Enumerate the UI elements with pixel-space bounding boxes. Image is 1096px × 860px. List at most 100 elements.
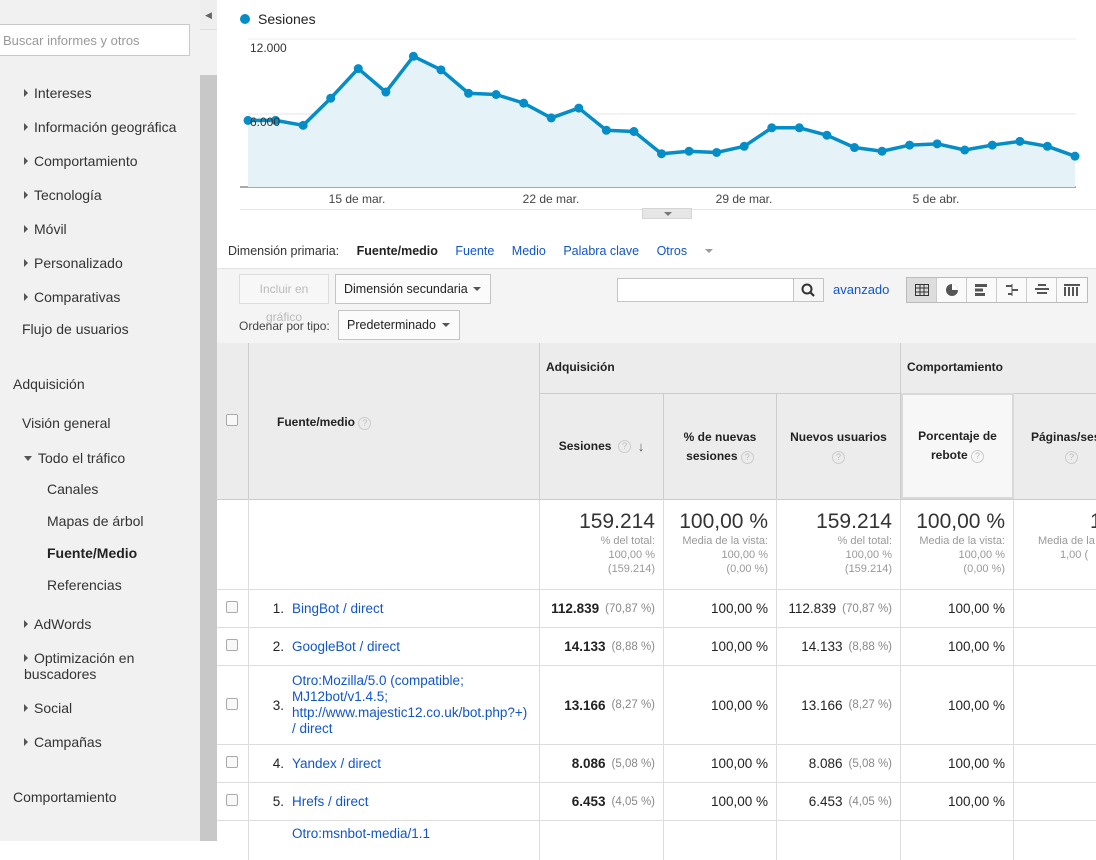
source-link[interactable]: GoogleBot / direct — [292, 639, 532, 655]
row-checkbox-cell — [217, 590, 249, 627]
data-point[interactable] — [684, 146, 694, 156]
plot-rows-button[interactable]: Incluir en gráfico — [239, 274, 329, 324]
term-cloud-view-button[interactable] — [1027, 278, 1057, 302]
row-checkbox[interactable] — [226, 601, 238, 613]
sidebar-item-referencias[interactable]: Referencias — [47, 577, 122, 593]
data-point[interactable] — [629, 127, 639, 136]
advanced-filter-link[interactable]: avanzado — [833, 282, 889, 297]
data-point[interactable] — [987, 140, 997, 150]
help-icon[interactable]: ? — [832, 450, 845, 464]
sidebar-item-tecnologia[interactable]: Tecnología — [24, 187, 102, 203]
data-point[interactable] — [1015, 136, 1025, 146]
sidebar-item-fuente-medio[interactable]: Fuente/Medio — [47, 545, 137, 561]
chart-resize-handle[interactable] — [642, 208, 692, 219]
collapse-sidebar-button[interactable]: ◀ — [200, 0, 217, 30]
sidebar-item-flujo-usuarios[interactable]: Flujo de usuarios — [22, 321, 129, 337]
totals-checkbox-cell — [217, 499, 249, 589]
data-point[interactable] — [657, 149, 666, 159]
source-link[interactable]: Yandex / direct — [292, 756, 532, 772]
pie-view-button[interactable] — [937, 278, 967, 302]
sidebar-item-canales[interactable]: Canales — [47, 481, 98, 497]
sidebar-item-social[interactable]: Social — [24, 700, 72, 716]
sidebar-item-personalizado[interactable]: Personalizado — [24, 255, 123, 271]
data-point[interactable] — [822, 130, 832, 140]
bar-view-button[interactable] — [967, 278, 997, 302]
dimension-fuente-medio[interactable]: Fuente/medio — [357, 244, 438, 258]
table-view-button[interactable] — [907, 278, 937, 302]
data-point[interactable] — [491, 90, 501, 99]
data-point[interactable] — [436, 65, 446, 75]
col-header-source[interactable]: Fuente/medio ? — [249, 343, 540, 499]
data-point[interactable] — [546, 113, 556, 123]
report-search-input[interactable] — [0, 24, 190, 56]
sidebar-scrollbar[interactable] — [200, 75, 217, 841]
row-checkbox[interactable] — [226, 697, 238, 710]
data-point[interactable] — [601, 125, 611, 135]
data-point[interactable] — [767, 123, 777, 133]
col-header-pages-per-session[interactable]: Páginas/ses ? — [1014, 393, 1096, 499]
data-point[interactable] — [574, 103, 584, 113]
sidebar-item-todo-trafico[interactable]: Todo el tráfico — [24, 450, 125, 466]
dimension-palabra-clave[interactable]: Palabra clave — [563, 244, 639, 258]
data-point[interactable] — [712, 147, 722, 157]
data-point[interactable] — [408, 51, 418, 61]
sidebar-item-vision-general[interactable]: Visión general — [22, 415, 110, 431]
sidebar-item-intereses[interactable]: Intereses — [24, 85, 92, 101]
data-point[interactable] — [794, 123, 804, 133]
secondary-dimension-select[interactable]: Dimensión secundaria — [335, 274, 491, 304]
sidebar-item-mapas-arbol[interactable]: Mapas de árbol — [47, 513, 144, 529]
sort-type-select[interactable]: Predeterminado — [338, 310, 460, 340]
pivot-view-button[interactable] — [1057, 278, 1087, 302]
col-header-bounce-rate[interactable]: Porcentaje de rebote ? — [901, 393, 1014, 499]
sidebar-item-label: Comportamiento — [34, 153, 138, 169]
data-point[interactable] — [353, 64, 363, 74]
row-checkbox-cell — [217, 745, 249, 782]
select-all-checkbox[interactable] — [226, 414, 238, 426]
col-header-sessions[interactable]: Sesiones ? ↓ — [540, 393, 664, 499]
help-icon[interactable]: ? — [358, 417, 372, 430]
col-header-new-users[interactable]: Nuevos usuarios ? — [777, 393, 901, 499]
data-point[interactable] — [381, 87, 391, 97]
sidebar-item-comparativas[interactable]: Comparativas — [24, 289, 120, 305]
data-point[interactable] — [877, 146, 887, 156]
sidebar-item-seo[interactable]: Optimización en buscadores — [24, 650, 174, 682]
row-checkbox[interactable] — [226, 756, 238, 768]
sidebar-section-comportamiento[interactable]: Comportamiento — [13, 789, 117, 805]
sidebar-item-geo[interactable]: Información geográfica — [24, 119, 176, 135]
sidebar-section-adquisicion[interactable]: Adquisición — [13, 376, 85, 392]
help-icon[interactable]: ? — [618, 440, 632, 453]
data-point[interactable] — [739, 141, 749, 151]
data-point[interactable] — [932, 139, 942, 149]
data-point[interactable] — [849, 143, 859, 153]
source-link[interactable]: Otro:Mozilla/5.0 (compatible; MJ12bot/v1… — [292, 673, 532, 737]
col-header-new-sessions-pct[interactable]: % de nuevas sesiones ? — [664, 393, 777, 499]
row-checkbox[interactable] — [226, 639, 238, 651]
data-point[interactable] — [519, 98, 529, 108]
dimension-otros[interactable]: Otros — [657, 244, 727, 258]
data-point[interactable] — [464, 88, 474, 98]
table-filter-input[interactable] — [617, 278, 794, 302]
source-link[interactable]: Otro:msnbot-media/1.1 — [292, 821, 532, 842]
source-link[interactable]: Hrefs / direct — [292, 794, 532, 810]
data-point[interactable] — [960, 145, 970, 155]
help-icon[interactable]: ? — [1065, 450, 1078, 464]
sidebar-item-adwords[interactable]: AdWords — [24, 616, 91, 632]
sidebar-item-movil[interactable]: Móvil — [24, 221, 67, 237]
search-button[interactable] — [793, 278, 824, 302]
data-point[interactable] — [1042, 141, 1052, 151]
data-point[interactable] — [905, 140, 915, 150]
dimension-medio[interactable]: Medio — [512, 244, 546, 258]
help-icon[interactable]: ? — [971, 450, 985, 463]
sidebar-item-campanas[interactable]: Campañas — [24, 734, 102, 750]
data-point[interactable] — [1070, 151, 1080, 161]
data-point[interactable] — [298, 120, 308, 130]
dimension-fuente[interactable]: Fuente — [455, 244, 494, 258]
help-icon[interactable]: ? — [740, 450, 754, 464]
row-checkbox[interactable] — [226, 794, 238, 806]
data-point[interactable] — [326, 93, 336, 103]
comparison-view-button[interactable] — [997, 278, 1027, 302]
source-link[interactable]: BingBot / direct — [292, 601, 532, 617]
sidebar-item-comportamiento-sub[interactable]: Comportamiento — [24, 153, 138, 169]
pages-per-session-cell — [1014, 745, 1096, 782]
col-header-label: % de nuevas — [683, 429, 757, 444]
